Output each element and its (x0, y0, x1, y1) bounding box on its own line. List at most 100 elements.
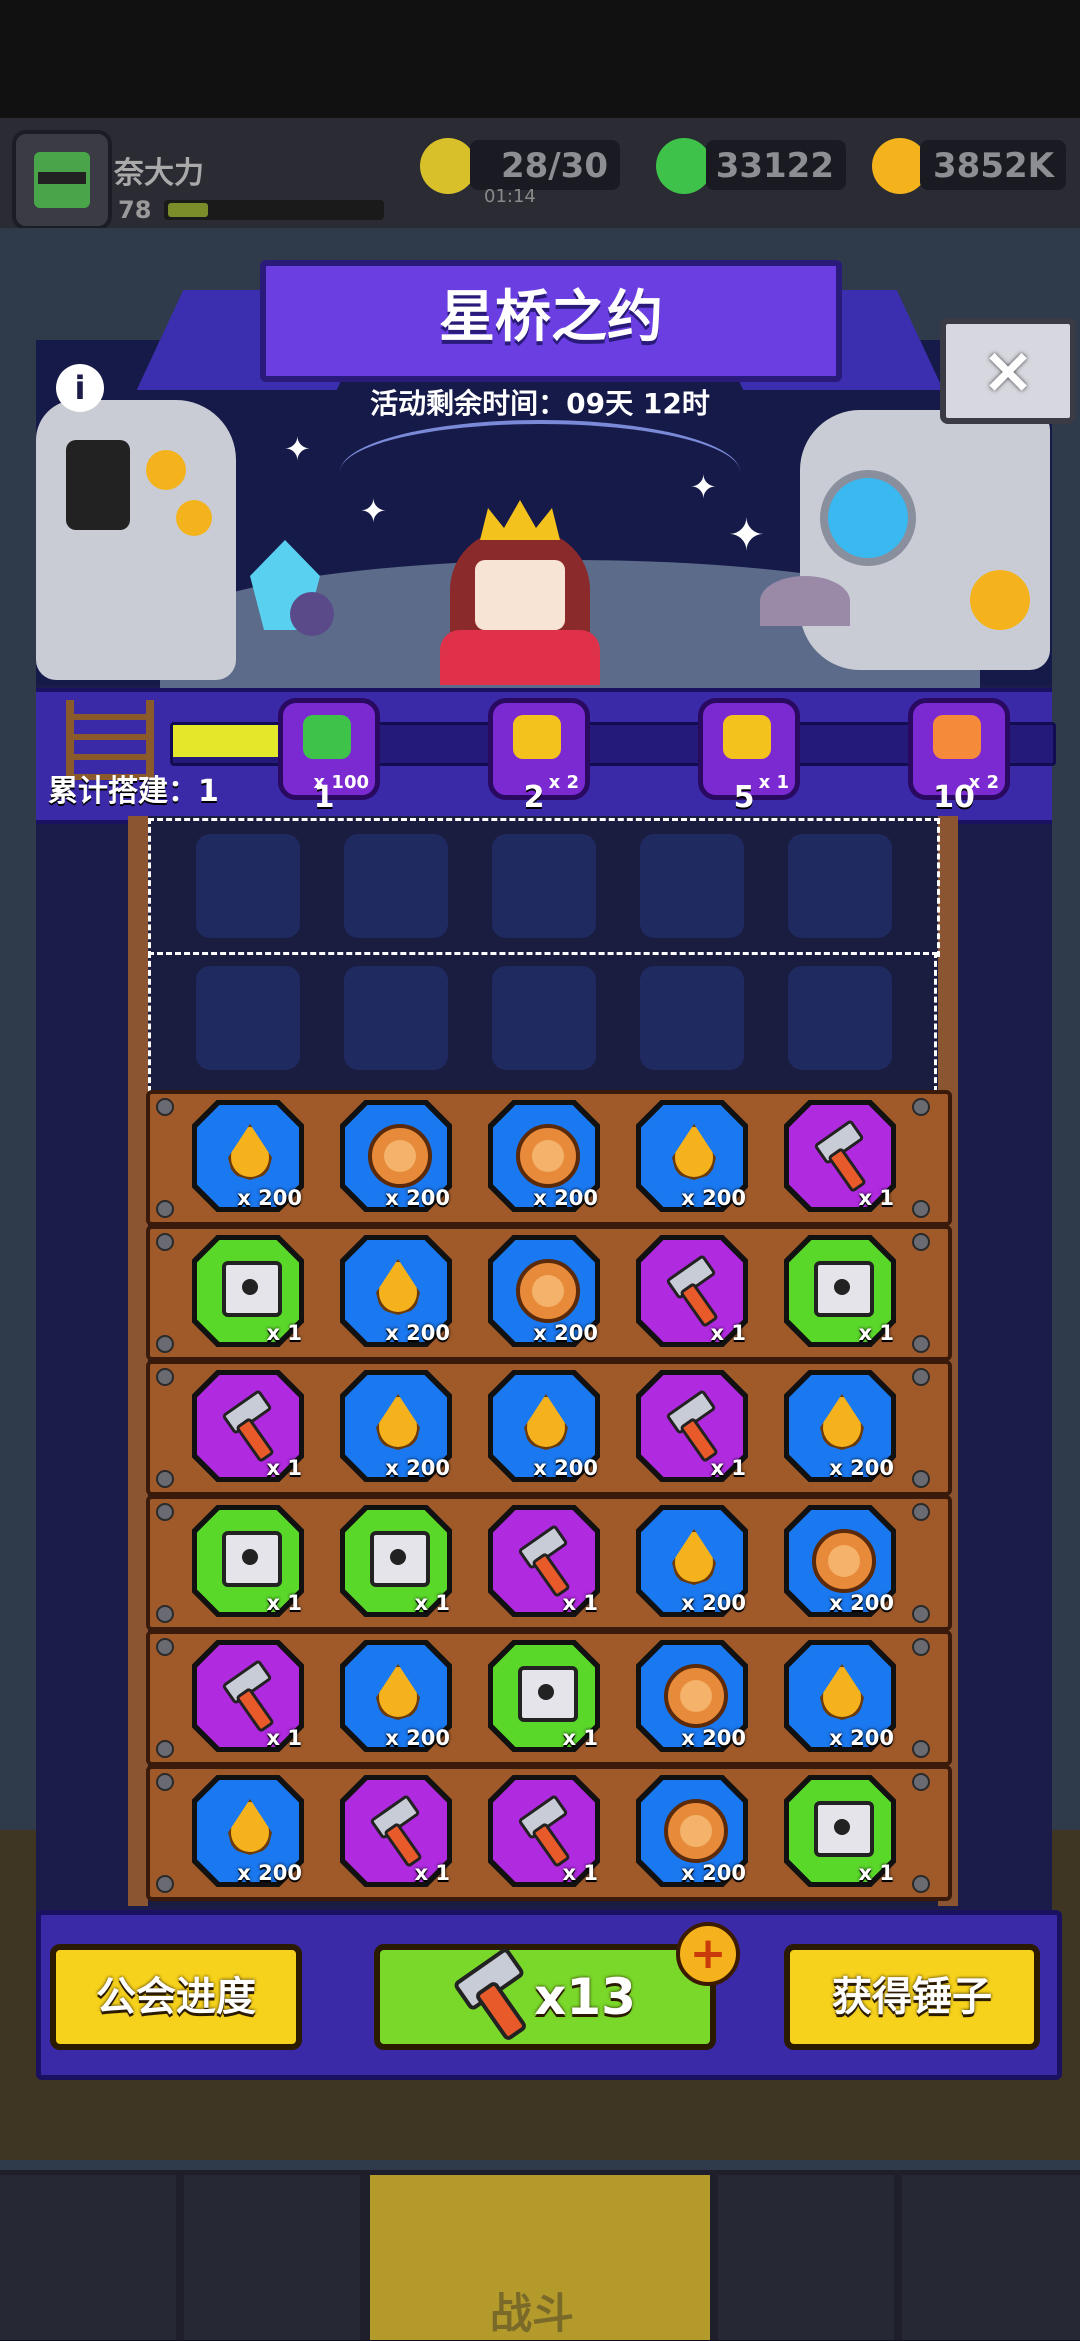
board-tile-drop[interactable]: x 200 (488, 1370, 600, 1482)
nav-shop[interactable] (0, 2175, 176, 2340)
hammer-icon (662, 1388, 722, 1464)
tile-qty: x 200 (829, 1726, 894, 1750)
empty-slot (788, 966, 892, 1070)
board-tile-hammer[interactable]: x 1 (340, 1775, 452, 1887)
board-tile-chest[interactable]: x 1 (488, 1640, 600, 1752)
board-tile-drop[interactable]: x 200 (636, 1505, 748, 1617)
rivet (912, 1503, 930, 1521)
board-tile-drop[interactable]: x 200 (192, 1775, 304, 1887)
gem-counter[interactable]: 33122 (706, 140, 846, 190)
board-tile-hammer[interactable]: x 1 (784, 1100, 896, 1212)
rivet (912, 1233, 930, 1251)
tile-qty: x 200 (681, 1186, 746, 1210)
board-tile-hammer[interactable]: x 1 (636, 1370, 748, 1482)
coin-icon (516, 1124, 580, 1188)
board-tile-coin[interactable]: x 200 (784, 1505, 896, 1617)
star-icon: ✦ (690, 468, 717, 506)
board-tile-chest[interactable]: x 1 (784, 1775, 896, 1887)
alien-icon (290, 592, 334, 636)
energy-icon[interactable] (420, 138, 476, 194)
board-tile-drop[interactable]: x 200 (192, 1100, 304, 1212)
nav-equipment[interactable] (184, 2175, 360, 2340)
rivet (912, 1605, 930, 1623)
empty-slot (640, 966, 744, 1070)
board-tile-drop[interactable]: x 200 (340, 1235, 452, 1347)
avatar[interactable] (12, 130, 112, 230)
star-icon: ✦ (728, 510, 765, 561)
board-tile-hammer[interactable]: x 1 (192, 1370, 304, 1482)
guild-progress-button[interactable]: 公会进度 (50, 1944, 302, 2050)
nav-talent[interactable] (718, 2175, 894, 2340)
tile-qty: x 200 (681, 1726, 746, 1750)
board-tile-drop[interactable]: x 200 (636, 1100, 748, 1212)
gem-icon[interactable] (656, 138, 712, 194)
rivet (912, 1638, 930, 1656)
board-tile-hammer[interactable]: x 1 (488, 1775, 600, 1887)
player-level: 78 (118, 196, 152, 224)
tile-qty: x 1 (562, 1591, 598, 1615)
chest-icon (222, 1531, 282, 1587)
nav-battle-label: 战斗 (490, 2289, 575, 2338)
board-tile-drop[interactable]: x 200 (784, 1640, 896, 1752)
chest-icon (814, 1801, 874, 1857)
milestone-level: 2 (523, 780, 545, 815)
placement-zone-edge (934, 952, 937, 1092)
board-tile-hammer[interactable]: x 1 (636, 1235, 748, 1347)
board-tile-coin[interactable]: x 200 (636, 1775, 748, 1887)
get-hammer-button[interactable]: 获得锤子 (784, 1944, 1040, 2050)
robot-right-illustration (800, 410, 1050, 670)
green-gem-icon (303, 715, 351, 759)
info-icon[interactable]: i (56, 364, 104, 412)
energy-counter[interactable]: 28/30 (470, 140, 620, 190)
board-tile-coin[interactable]: x 200 (340, 1100, 452, 1212)
board-tile-drop[interactable]: x 200 (340, 1370, 452, 1482)
tile-qty: x 200 (829, 1591, 894, 1615)
tile-qty: x 1 (710, 1456, 746, 1480)
build-count-label: 累计搭建：1 (48, 774, 219, 809)
hammer-icon (452, 1946, 532, 2043)
hammer-icon (366, 1793, 426, 1869)
princess-illustration (440, 500, 600, 685)
tile-qty: x 1 (414, 1861, 450, 1885)
board-tile-chest[interactable]: x 1 (192, 1235, 304, 1347)
board-tile-chest[interactable]: x 1 (340, 1505, 452, 1617)
rivet (156, 1638, 174, 1656)
hammer-icon (218, 1658, 278, 1734)
tile-qty: x 200 (681, 1591, 746, 1615)
board-tile-drop[interactable]: x 200 (784, 1370, 896, 1482)
board-tile-chest[interactable]: x 1 (784, 1235, 896, 1347)
hammer-icon (662, 1253, 722, 1329)
gold-counter[interactable]: 3852K (920, 140, 1066, 190)
use-hammer-button[interactable]: x13 (374, 1944, 716, 2050)
tile-qty: x 1 (562, 1861, 598, 1885)
board-tile-coin[interactable]: x 200 (636, 1640, 748, 1752)
board-tile-coin[interactable]: x 200 (488, 1100, 600, 1212)
coin-icon (516, 1259, 580, 1323)
hammer-icon (514, 1523, 574, 1599)
add-hammer-button[interactable]: + (676, 1922, 740, 1986)
star-icon: ✦ (284, 430, 311, 468)
board-tile-drop[interactable]: x 200 (340, 1640, 452, 1752)
spider-robot-icon (760, 576, 850, 626)
close-button[interactable]: × (940, 318, 1076, 424)
nav-evolve[interactable] (902, 2175, 1080, 2340)
rivet (912, 1773, 930, 1791)
rivet (912, 1200, 930, 1218)
empty-slot (196, 966, 300, 1070)
board-tile-coin[interactable]: x 200 (488, 1235, 600, 1347)
tile-qty: x 1 (562, 1726, 598, 1750)
rivet (912, 1875, 930, 1893)
hammer-icon (810, 1118, 870, 1194)
board-tile-hammer[interactable]: x 1 (192, 1640, 304, 1752)
get-hammer-label: 获得锤子 (832, 1974, 992, 2020)
rivet (156, 1773, 174, 1791)
board-tile-chest[interactable]: x 1 (192, 1505, 304, 1617)
rivet (912, 1098, 930, 1116)
tile-qty: x 200 (385, 1456, 450, 1480)
hammer-icon (218, 1388, 278, 1464)
tile-qty: x 200 (385, 1186, 450, 1210)
player-name: 奈大力 (114, 156, 204, 191)
empty-slot (344, 966, 448, 1070)
board-tile-hammer[interactable]: x 1 (488, 1505, 600, 1617)
tile-qty: x 200 (533, 1186, 598, 1210)
